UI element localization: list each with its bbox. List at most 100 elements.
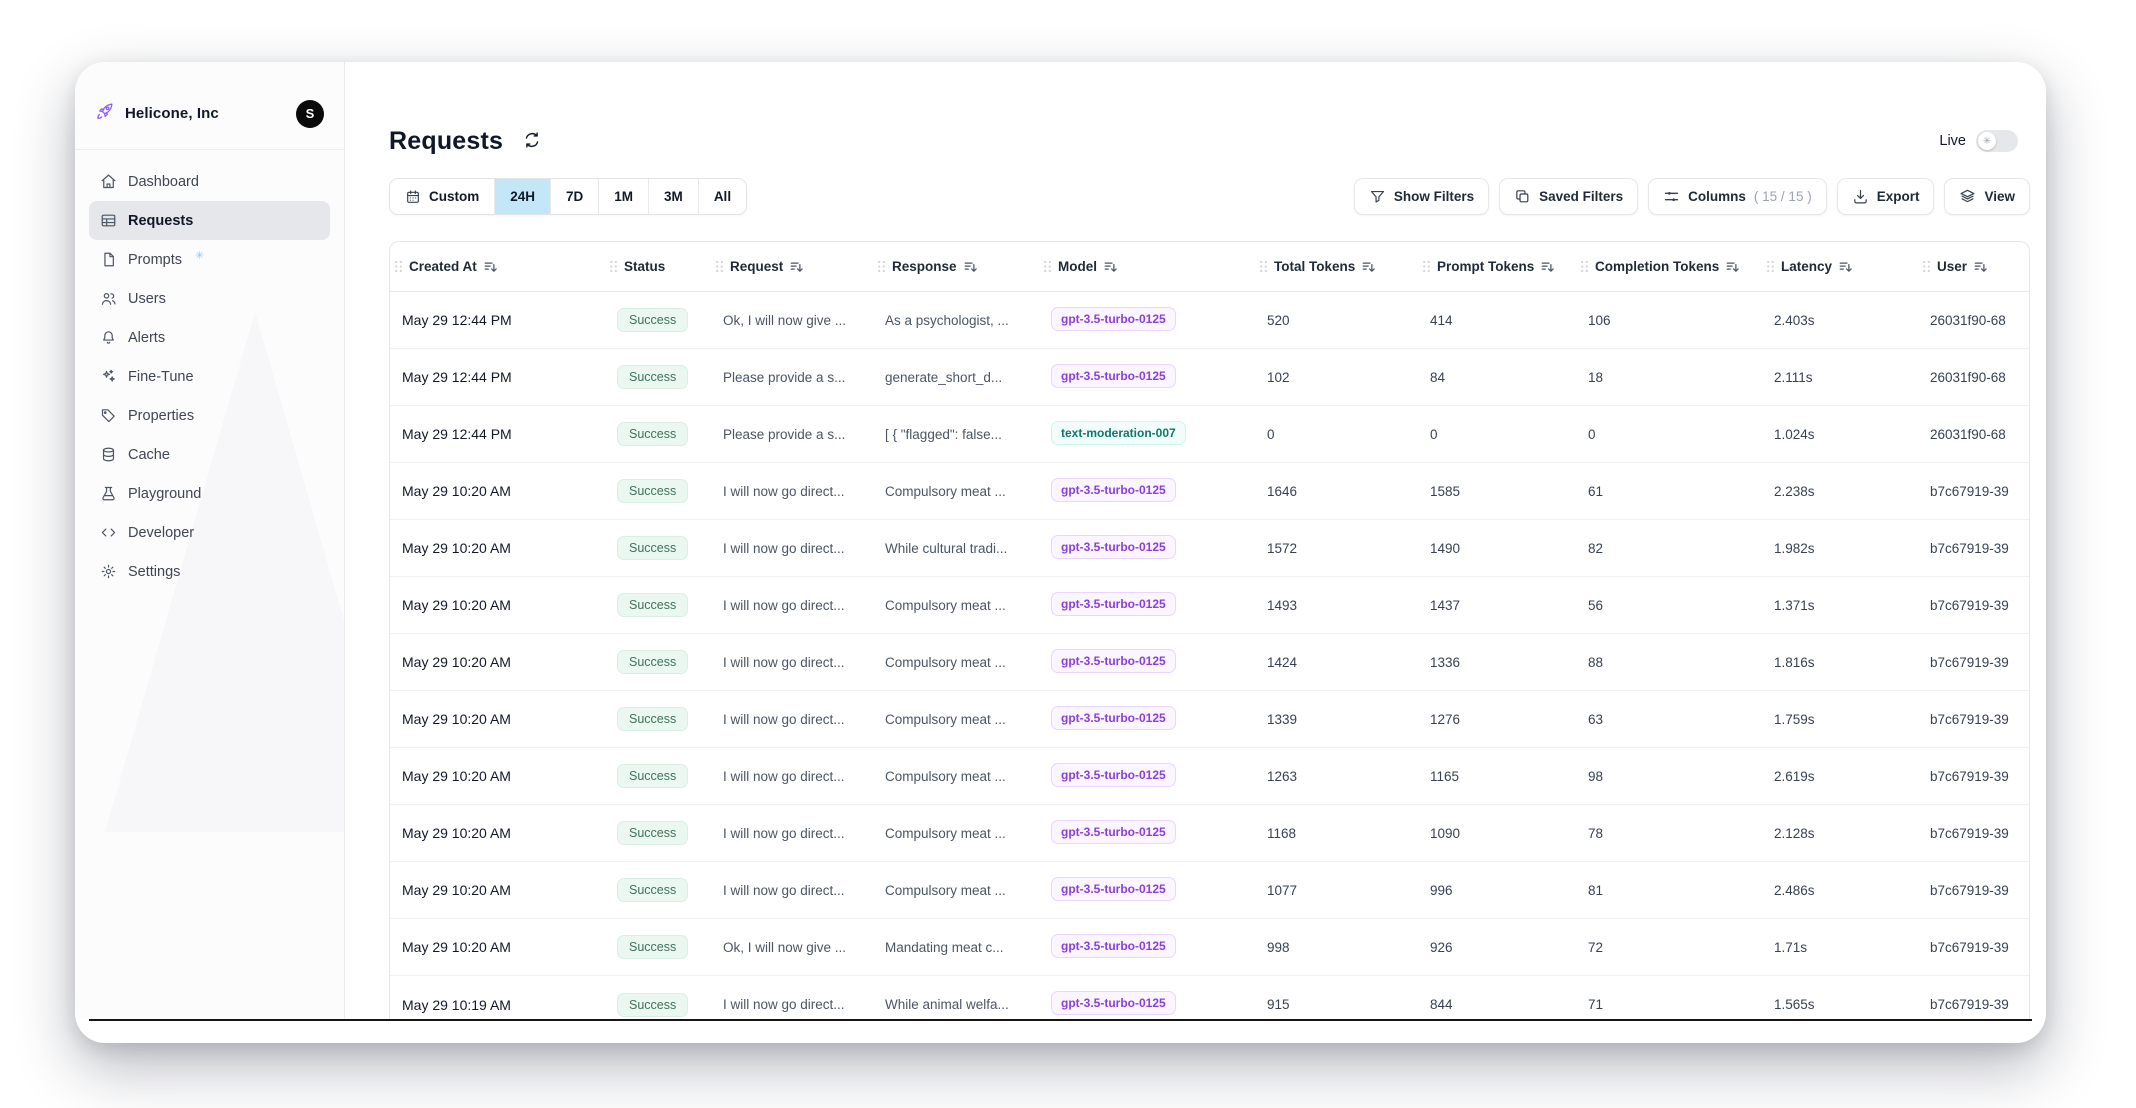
column-header-label: Status [624, 259, 665, 274]
cell-response: generate_short_d... [873, 370, 1039, 385]
time-range-option-24h[interactable]: 24H [495, 179, 551, 214]
status-badge: Success [617, 365, 688, 389]
sort-icon[interactable] [963, 259, 978, 274]
table-row[interactable]: May 29 12:44 PMSuccessOk, I will now giv… [390, 292, 2029, 349]
column-header-completion-tokens[interactable]: Completion Tokens [1576, 259, 1762, 274]
sort-icon[interactable] [1361, 259, 1376, 274]
sidebar-item-dashboard[interactable]: Dashboard [89, 162, 330, 201]
status-badge: Success [617, 993, 688, 1017]
cell-total-tokens: 1077 [1255, 883, 1418, 898]
sidebar-item-alerts[interactable]: Alerts [89, 318, 330, 357]
sidebar-item-playground[interactable]: Playground [89, 474, 330, 513]
sidebar-item-users[interactable]: Users [89, 279, 330, 318]
column-header-user[interactable]: User [1918, 259, 2029, 274]
time-range-option-3m[interactable]: 3M [649, 179, 699, 214]
cell-request: I will now go direct... [711, 484, 873, 499]
sort-icon[interactable] [1540, 259, 1555, 274]
cell-model: text-moderation-007 [1039, 421, 1255, 448]
columns-button[interactable]: Columns( 15 / 15 ) [1648, 178, 1827, 215]
table-row[interactable]: May 29 10:20 AMSuccessI will now go dire… [390, 748, 2029, 805]
cell-total-tokens: 1493 [1255, 598, 1418, 613]
sidebar-item-fine-tune[interactable]: Fine-Tune [89, 357, 330, 396]
live-toggle[interactable]: ✳ [1976, 130, 2018, 152]
table-row[interactable]: May 29 10:20 AMSuccessI will now go dire… [390, 520, 2029, 577]
saved-filters-button[interactable]: Saved Filters [1499, 178, 1638, 215]
avatar[interactable]: S [296, 100, 324, 128]
drag-handle-icon[interactable] [1259, 260, 1268, 273]
drag-handle-icon[interactable] [877, 260, 886, 273]
column-header-label: Total Tokens [1274, 259, 1355, 274]
cell-prompt-tokens: 1490 [1418, 541, 1576, 556]
column-header-total-tokens[interactable]: Total Tokens [1255, 259, 1418, 274]
sidebar-item-settings[interactable]: Settings [89, 552, 330, 591]
cell-total-tokens: 0 [1255, 427, 1418, 442]
toolbar-button-label: Export [1877, 189, 1920, 204]
table-row[interactable]: May 29 12:44 PMSuccessPlease provide a s… [390, 406, 2029, 463]
sidebar-item-prompts[interactable]: Prompts✳ [89, 240, 330, 279]
cell-status: Success [605, 308, 711, 332]
column-header-prompt-tokens[interactable]: Prompt Tokens [1418, 259, 1576, 274]
cell-total-tokens: 520 [1255, 313, 1418, 328]
column-header-label: Response [892, 259, 957, 274]
drag-handle-icon[interactable] [1422, 260, 1431, 273]
column-header-model[interactable]: Model [1039, 259, 1255, 274]
column-header-response[interactable]: Response [873, 259, 1039, 274]
sort-icon[interactable] [1725, 259, 1740, 274]
cell-latency: 1.759s [1762, 712, 1918, 727]
cell-latency: 1.71s [1762, 940, 1918, 955]
drag-handle-icon[interactable] [1922, 260, 1931, 273]
column-header-request[interactable]: Request [711, 259, 873, 274]
drag-handle-icon[interactable] [1766, 260, 1775, 273]
copy-icon [1514, 188, 1531, 205]
drag-handle-icon[interactable] [609, 260, 618, 273]
sort-icon[interactable] [483, 259, 498, 274]
cell-model: gpt-3.5-turbo-0125 [1039, 307, 1255, 334]
column-header-created-at[interactable]: Created At [390, 259, 605, 274]
drag-handle-icon[interactable] [1043, 260, 1052, 273]
cell-completion-tokens: 106 [1576, 313, 1762, 328]
view-button[interactable]: View [1944, 178, 2030, 215]
download-icon [1852, 188, 1869, 205]
table-row[interactable]: May 29 12:44 PMSuccessPlease provide a s… [390, 349, 2029, 406]
sort-icon[interactable] [789, 259, 804, 274]
table-row[interactable]: May 29 10:20 AMSuccessI will now go dire… [390, 691, 2029, 748]
cell-created-at: May 29 10:20 AM [390, 540, 605, 556]
sidebar-item-requests[interactable]: Requests [89, 201, 330, 240]
cell-created-at: May 29 12:44 PM [390, 369, 605, 385]
show-filters-button[interactable]: Show Filters [1354, 178, 1489, 215]
cell-user: b7c67919-39 [1918, 541, 2029, 556]
refresh-button[interactable] [517, 126, 547, 156]
drag-handle-icon[interactable] [1580, 260, 1589, 273]
table-row[interactable]: May 29 10:20 AMSuccessI will now go dire… [390, 862, 2029, 919]
sort-icon[interactable] [1973, 259, 1988, 274]
cell-total-tokens: 1572 [1255, 541, 1418, 556]
sidebar-item-cache[interactable]: Cache [89, 435, 330, 474]
export-button[interactable]: Export [1837, 178, 1935, 215]
time-range-option-1m[interactable]: 1M [599, 179, 649, 214]
sidebar-item-label: Cache [128, 447, 170, 463]
table-row[interactable]: May 29 10:20 AMSuccessI will now go dire… [390, 463, 2029, 520]
table-row[interactable]: May 29 10:19 AMSuccessI will now go dire… [390, 976, 2029, 1019]
time-range-option-all[interactable]: All [699, 179, 746, 214]
sidebar-item-developer[interactable]: Developer [89, 513, 330, 552]
time-range-custom[interactable]: Custom [390, 179, 495, 214]
column-header-label: Completion Tokens [1595, 259, 1719, 274]
table-row[interactable]: May 29 10:20 AMSuccessOk, I will now giv… [390, 919, 2029, 976]
drag-handle-icon[interactable] [394, 260, 403, 273]
toolbar-button-label: Columns [1688, 189, 1746, 204]
org-switcher[interactable]: Helicone, Inc S [75, 62, 344, 150]
cell-request: I will now go direct... [711, 598, 873, 613]
column-header-status[interactable]: Status [605, 259, 711, 274]
table-row[interactable]: May 29 10:20 AMSuccessI will now go dire… [390, 577, 2029, 634]
table-row[interactable]: May 29 10:20 AMSuccessI will now go dire… [390, 634, 2029, 691]
sort-icon[interactable] [1103, 259, 1118, 274]
time-range-option-7d[interactable]: 7D [551, 179, 599, 214]
model-badge: gpt-3.5-turbo-0125 [1051, 877, 1176, 901]
cell-prompt-tokens: 926 [1418, 940, 1576, 955]
drag-handle-icon[interactable] [715, 260, 724, 273]
cell-status: Success [605, 878, 711, 902]
column-header-latency[interactable]: Latency [1762, 259, 1918, 274]
sort-icon[interactable] [1838, 259, 1853, 274]
table-row[interactable]: May 29 10:20 AMSuccessI will now go dire… [390, 805, 2029, 862]
sidebar-item-properties[interactable]: Properties [89, 396, 330, 435]
